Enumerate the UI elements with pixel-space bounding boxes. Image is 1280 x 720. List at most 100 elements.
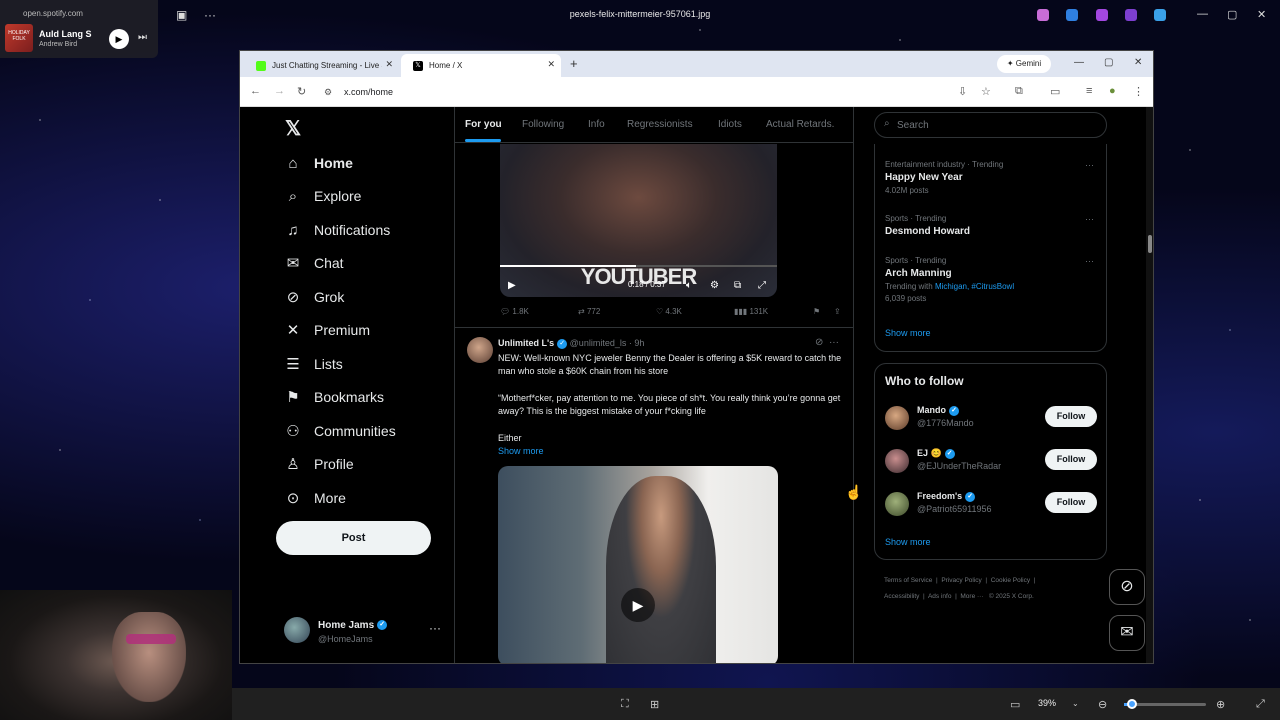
footer-link[interactable]: Accessibility xyxy=(884,593,919,600)
cast-icon[interactable]: ▭ xyxy=(1050,85,1060,98)
maximize-icon[interactable]: ▢ xyxy=(1227,8,1237,21)
menu-icon[interactable]: ⋮ xyxy=(1133,85,1144,98)
scrollbar[interactable] xyxy=(1146,107,1153,663)
pip-icon[interactable]: ⧉ xyxy=(734,280,741,291)
minimize-icon[interactable]: — xyxy=(1197,8,1208,20)
footer-link[interactable]: More ··· xyxy=(960,593,983,600)
like-button[interactable]: ♡ 4.3K xyxy=(656,307,682,316)
views-button[interactable]: ▮▮▮ 131K xyxy=(734,307,768,316)
new-tab-icon[interactable]: + xyxy=(570,56,578,71)
tab-idiots[interactable]: Idiots xyxy=(718,119,742,130)
more-icon[interactable]: ··· xyxy=(829,337,839,348)
skip-next-icon[interactable]: ⏭ xyxy=(138,32,147,43)
post-author-handle[interactable]: @unlimited_ls xyxy=(570,338,627,348)
gemini-button[interactable]: ✦ Gemini xyxy=(997,55,1051,73)
expand-icon[interactable]: ⤢ xyxy=(1256,698,1265,711)
nav-grok[interactable]: ⊘ Grok xyxy=(284,284,345,310)
video-player[interactable]: YOUTUBER ▶ 0:18 / 0:37 🔈︎ ⚙ ⧉ ⤢ xyxy=(500,144,777,297)
nav-notifications[interactable]: ♫ Notifications xyxy=(284,217,390,243)
more-icon[interactable]: ··· xyxy=(429,621,441,635)
follow-button[interactable]: Follow xyxy=(1045,492,1097,513)
grok-icon[interactable]: ⊘ xyxy=(815,337,823,348)
repost-button[interactable]: ⇄ 772 xyxy=(578,307,600,316)
nav-lists[interactable]: ☰ Lists xyxy=(284,351,343,377)
follow-suggestion[interactable]: Mando ✓ @1776Mando Follow xyxy=(885,404,1097,434)
more-icon[interactable]: ··· xyxy=(1085,160,1094,170)
crop-icon[interactable]: ⛶ xyxy=(621,698,629,711)
x-logo-icon[interactable]: 𝕏 xyxy=(285,116,301,141)
video-progress[interactable] xyxy=(500,265,777,267)
install-icon[interactable]: ⇩ xyxy=(958,85,967,98)
edit-icon[interactable]: ⊞ xyxy=(650,698,659,711)
volume-icon[interactable]: 🔈︎ xyxy=(686,280,692,291)
tab-for-you[interactable]: For you xyxy=(465,119,502,130)
trend-links[interactable]: Michigan, #CitrusBowl xyxy=(935,282,1014,291)
cloud-icon[interactable] xyxy=(1154,9,1166,21)
tab-actual-retards[interactable]: Actual Retards. xyxy=(766,119,834,130)
close-tab-icon[interactable]: ✕ xyxy=(547,59,555,70)
zoom-slider[interactable] xyxy=(1124,699,1206,709)
back-icon[interactable]: ← xyxy=(250,85,261,97)
tab-info[interactable]: Info xyxy=(588,119,605,130)
post-author-name[interactable]: Unlimited L's xyxy=(498,338,554,348)
fit-icon[interactable]: ▭ xyxy=(1010,698,1020,711)
search-box[interactable]: ⌕ xyxy=(874,112,1107,138)
minimize-icon[interactable]: — xyxy=(1074,57,1084,68)
share-icon[interactable]: ⇪ xyxy=(834,307,841,316)
reload-icon[interactable]: ↻ xyxy=(297,85,306,98)
footer-link[interactable]: Terms of Service xyxy=(884,577,932,584)
url-field[interactable]: x.com/home xyxy=(344,87,393,97)
fullscreen-icon[interactable]: ⤢ xyxy=(758,280,766,291)
grok-floating-button[interactable]: ⊘ xyxy=(1109,569,1145,605)
post-button[interactable]: Post xyxy=(276,521,431,555)
follow-suggestion[interactable]: Freedom's ✓ @Patriot65911956 Follow xyxy=(885,490,1097,520)
bookmark-icon[interactable]: ⚑ xyxy=(813,307,820,316)
video-player[interactable]: ▶ xyxy=(498,466,778,663)
follow-suggestion[interactable]: EJ 😊 ✓ @EJUnderTheRadar Follow xyxy=(885,447,1097,477)
footer-link[interactable]: Cookie Policy xyxy=(991,577,1030,584)
zoom-slider-thumb[interactable] xyxy=(1127,699,1137,709)
avatar[interactable] xyxy=(467,337,493,363)
close-icon[interactable]: ✕ xyxy=(1134,57,1142,68)
copilot-icon[interactable] xyxy=(1037,9,1049,21)
nav-communities[interactable]: ⚇ Communities xyxy=(284,418,395,444)
more-icon[interactable]: ··· xyxy=(1085,256,1094,266)
post-time[interactable]: · 9h xyxy=(629,338,645,348)
zoom-level[interactable]: 39% xyxy=(1038,698,1056,708)
extensions-icon[interactable]: ⧉ xyxy=(1015,85,1023,98)
media-controls-icon[interactable]: ≡ xyxy=(1086,85,1092,97)
nav-bookmarks[interactable]: ⚑ Bookmarks xyxy=(284,384,384,410)
more-icon[interactable]: ··· xyxy=(1085,214,1094,224)
nav-more[interactable]: ⊙ More xyxy=(284,485,346,511)
close-icon[interactable]: ✕ xyxy=(1257,8,1266,21)
trend-item[interactable]: Entertainment industry · Trending Happy … xyxy=(885,160,1100,195)
trend-item[interactable]: Sports · Trending Arch Manning Trending … xyxy=(885,256,1100,303)
tab-regressionists[interactable]: Regressionists xyxy=(627,119,693,130)
messages-floating-button[interactable]: ✉ xyxy=(1109,615,1145,651)
footer-link[interactable]: Privacy Policy xyxy=(941,577,981,584)
play-icon[interactable]: ▶ xyxy=(109,29,129,49)
tab-x-home[interactable]: 𝕏 Home / X ✕ xyxy=(401,54,561,77)
follow-button[interactable]: Follow xyxy=(1045,449,1097,470)
show-more-link[interactable]: Show more xyxy=(885,328,931,338)
show-more-link[interactable]: Show more xyxy=(885,537,931,547)
chevron-down-icon[interactable]: ⌄ xyxy=(1072,699,1079,708)
show-more-link[interactable]: Show more xyxy=(498,446,544,456)
nav-explore[interactable]: ⌕ Explore xyxy=(284,183,362,209)
close-tab-icon[interactable]: ✕ xyxy=(385,59,393,70)
app-icon[interactable] xyxy=(1096,9,1108,21)
nav-premium[interactable]: ✕ Premium xyxy=(284,317,370,343)
app-icon[interactable] xyxy=(1066,9,1078,21)
app-icon[interactable] xyxy=(1125,9,1137,21)
footer-link[interactable]: Ads info xyxy=(928,593,952,600)
tab-following[interactable]: Following xyxy=(522,119,564,130)
site-info-icon[interactable]: ⚙ xyxy=(324,87,332,98)
play-icon[interactable]: ▶ xyxy=(621,588,655,622)
forward-icon[interactable]: → xyxy=(274,85,285,97)
nav-chat[interactable]: ✉ Chat xyxy=(284,250,344,276)
nav-profile[interactable]: ♙ Profile xyxy=(284,451,353,477)
maximize-icon[interactable]: ▢ xyxy=(1104,57,1113,68)
reply-button[interactable]: 💬︎ 1.8K xyxy=(500,307,529,316)
search-input[interactable] xyxy=(897,117,1097,133)
nav-home[interactable]: ⌂ Home xyxy=(284,150,352,176)
